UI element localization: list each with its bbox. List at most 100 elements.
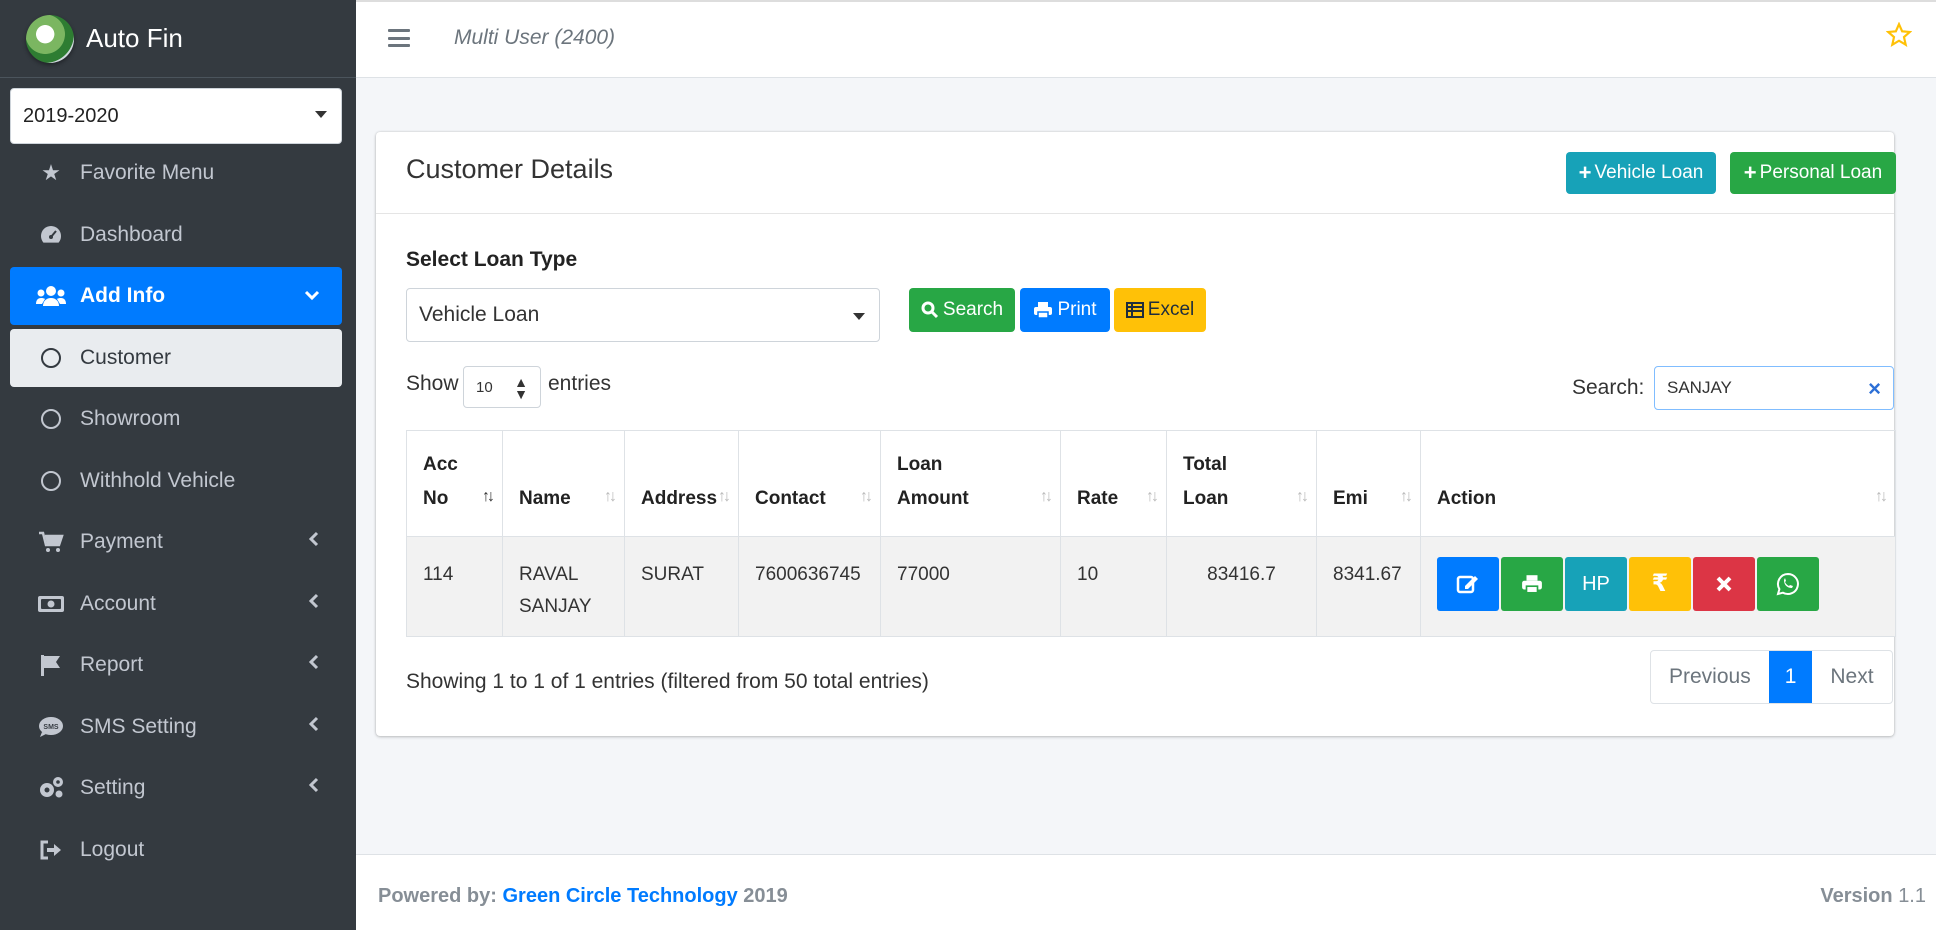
previous-page-button[interactable]: Previous	[1651, 651, 1769, 703]
star-outline-icon[interactable]	[1885, 21, 1913, 55]
cart-icon	[36, 531, 66, 553]
column-header-name[interactable]: Name ↑↓	[502, 430, 625, 537]
header-label: Address	[641, 488, 718, 509]
search-button-label: Search	[942, 299, 1004, 320]
excel-button[interactable]: Excel	[1114, 288, 1206, 332]
whatsapp-button[interactable]	[1757, 557, 1819, 611]
sidebar-item-label: Add Info	[80, 284, 166, 307]
sidebar-item-dashboard[interactable]: Dashboard	[10, 206, 342, 264]
sidebar-item-setting[interactable]: Setting	[10, 759, 342, 817]
header-label: Rate	[1077, 488, 1119, 509]
add-personal-loan-label: Personal Loan	[1759, 162, 1883, 183]
table-search-value: SANJAY	[1667, 378, 1732, 397]
sort-icon: ↑↓	[604, 488, 617, 505]
year-select-value: 2019-2020	[23, 104, 119, 127]
sort-icon: ↑↓	[1040, 488, 1053, 505]
brand-link[interactable]: Auto Fin	[0, 0, 356, 78]
sort-icon: ↑↓	[1400, 488, 1413, 505]
print-button[interactable]: Print	[1020, 288, 1110, 332]
powered-by-label: Powered by:	[378, 885, 497, 907]
company-link[interactable]: Green Circle Technology	[502, 885, 737, 907]
sidebar-item-label: Showroom	[80, 407, 181, 430]
sidebar-item-label: SMS Setting	[80, 714, 197, 738]
sort-icon: ↑↓	[860, 488, 873, 505]
sidebar-item-label: Setting	[80, 776, 146, 799]
cell-name-line: RAVAL	[519, 564, 579, 585]
cell-emi: 8341.67	[1316, 536, 1421, 637]
sidebar-item-label: Report	[80, 653, 144, 676]
sidebar-item-showroom[interactable]: Showroom	[10, 390, 342, 448]
sidebar-item-account[interactable]: Account	[10, 575, 342, 633]
add-vehicle-loan-button[interactable]: + Vehicle Loan	[1566, 152, 1716, 194]
print-row-button[interactable]	[1501, 557, 1563, 611]
hamburger-menu-icon[interactable]	[388, 29, 410, 47]
users-icon	[36, 285, 66, 307]
loan-type-label: Select Loan Type	[406, 248, 578, 271]
pagination: Previous 1 Next	[1650, 650, 1893, 704]
sidebar-item-report[interactable]: Report	[10, 636, 342, 694]
whatsapp-icon	[1776, 572, 1799, 596]
tachometer-icon	[36, 224, 66, 246]
sidebar-item-withhold-vehicle[interactable]: Withhold Vehicle	[10, 452, 342, 510]
column-header-action[interactable]: Action ↑↓	[1420, 430, 1896, 537]
card-header: Customer Details + Vehicle Loan + Person…	[376, 132, 1896, 214]
column-header-loan-amount[interactable]: Loan Amount ↑↓	[880, 430, 1061, 537]
top-navbar: Multi User (2400)	[356, 0, 1936, 78]
print-button-label: Print	[1057, 299, 1097, 320]
cell-rate: 10	[1060, 536, 1167, 637]
loan-type-select[interactable]: Vehicle Loan	[406, 288, 880, 342]
add-personal-loan-button[interactable]: + Personal Loan	[1730, 152, 1896, 194]
year-select[interactable]: 2019-2020	[10, 88, 342, 144]
loan-type-value: Vehicle Loan	[419, 303, 540, 326]
page-title: Customer Details	[406, 154, 614, 184]
plus-icon: +	[1578, 160, 1592, 185]
chevron-left-icon	[308, 715, 320, 738]
page-1-button[interactable]: 1	[1768, 651, 1813, 703]
table-row: 114 RAVAL SANJAY SURAT 7600636745 77000 …	[406, 536, 1896, 637]
column-header-address[interactable]: Address ↑↓	[624, 430, 739, 537]
sidebar-item-customer[interactable]: Customer	[10, 328, 342, 387]
hp-button[interactable]: HP	[1565, 557, 1627, 611]
next-page-button[interactable]: Next	[1812, 651, 1891, 703]
table-search-input[interactable]: SANJAY ×	[1654, 366, 1894, 410]
chevron-down-icon	[853, 313, 865, 320]
header-label: Acc	[423, 454, 458, 475]
clear-search-icon[interactable]: ×	[1868, 376, 1881, 402]
payment-button[interactable]: ₹	[1629, 557, 1691, 611]
column-header-emi[interactable]: Emi ↑↓	[1316, 430, 1421, 537]
delete-button[interactable]	[1693, 557, 1755, 611]
chevron-left-icon	[308, 653, 320, 676]
entries-length-select[interactable]: 10 ▲ ▼	[463, 366, 541, 408]
rupee-icon: ₹	[1651, 570, 1669, 597]
cell-acc-no: 114	[406, 536, 503, 637]
edit-button[interactable]	[1437, 557, 1499, 611]
excel-button-label: Excel	[1147, 299, 1195, 320]
chevron-left-icon	[308, 592, 320, 615]
cell-name: RAVAL SANJAY	[502, 536, 625, 637]
sidebar-item-sms-setting[interactable]: SMS SMS Setting	[10, 698, 342, 756]
sidebar-item-label: Favorite Menu	[80, 161, 215, 184]
circle-icon	[36, 347, 66, 368]
column-header-acc-no[interactable]: Acc No ↑↓	[406, 430, 503, 537]
chevron-down-icon	[315, 111, 327, 118]
chevron-left-icon	[308, 776, 320, 799]
sidebar-item-payment[interactable]: Payment	[10, 513, 342, 571]
sidebar-item-label: Payment	[80, 530, 163, 553]
table-header-row: Acc No ↑↓ Name ↑↓ Address ↑↓ Contact ↑↓	[406, 430, 1896, 537]
column-header-contact[interactable]: Contact ↑↓	[738, 430, 881, 537]
search-button[interactable]: Search	[909, 288, 1015, 332]
column-header-total-loan[interactable]: Total Loan ↑↓	[1166, 430, 1317, 537]
footer: Powered by: Green Circle Technology 2019…	[356, 854, 1936, 930]
table-info: Showing 1 to 1 of 1 entries (filtered fr…	[406, 670, 929, 693]
column-header-rate[interactable]: Rate ↑↓	[1060, 430, 1167, 537]
edit-icon	[1456, 575, 1478, 594]
entries-length-value: 10	[476, 378, 493, 396]
header-label: Name	[519, 488, 571, 509]
star-icon: ★	[41, 160, 61, 185]
close-icon	[1716, 576, 1732, 592]
sidebar-item-add-info[interactable]: Add Info	[10, 267, 342, 325]
cell-action: HP ₹	[1420, 536, 1896, 637]
sidebar-item-logout[interactable]: Logout	[10, 821, 342, 879]
user-label: Multi User (2400)	[454, 26, 616, 49]
sidebar-item-favorite-menu[interactable]: ★ Favorite Menu	[10, 144, 342, 202]
